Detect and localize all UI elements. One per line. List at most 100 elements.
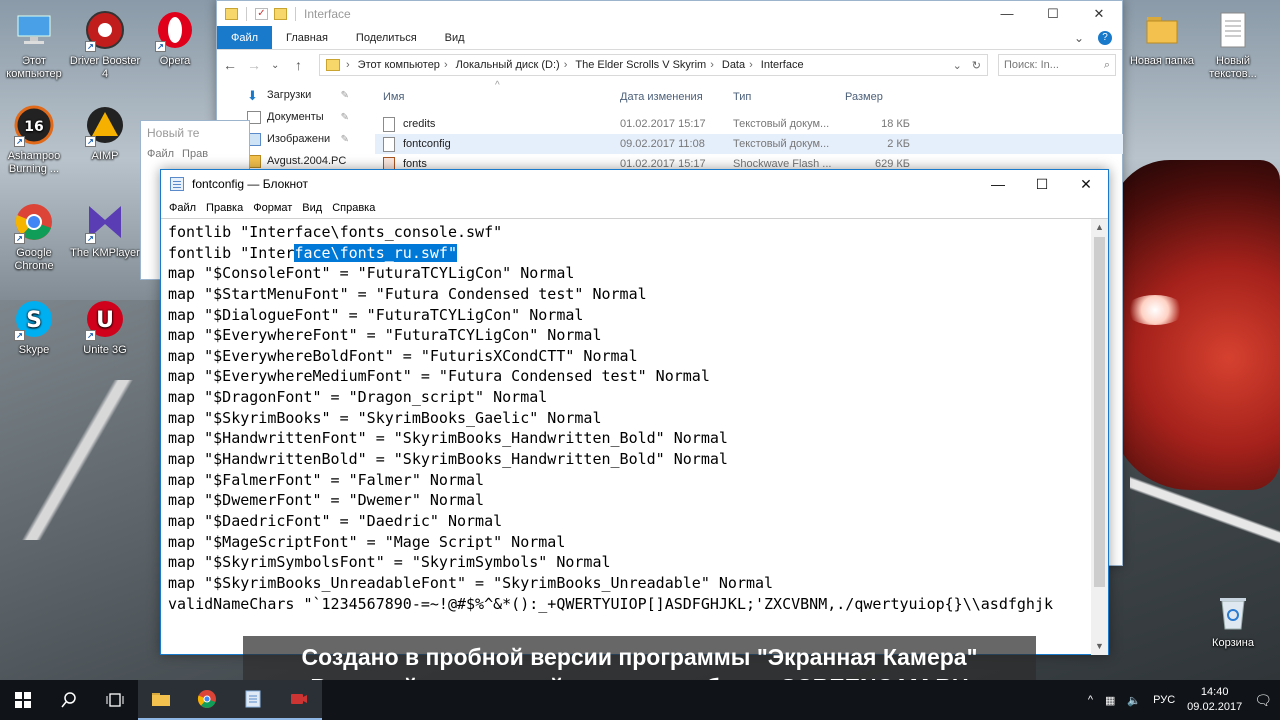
column-size[interactable]: Размер — [845, 91, 910, 103]
address-bar[interactable]: › Этот компьютер › Локальный диск (D:) ›… — [319, 54, 988, 76]
scroll-down-icon[interactable]: ▼ — [1091, 638, 1108, 655]
address-dropdown-icon[interactable]: ⌄ — [953, 59, 962, 72]
task-view-button[interactable] — [92, 680, 138, 720]
desktop-icon-this-pc[interactable]: Этот компьютер — [0, 8, 71, 81]
up-button[interactable]: ↑ — [295, 57, 309, 73]
menu-view[interactable]: Вид — [297, 202, 327, 214]
text-line[interactable]: map "$HandwrittenFont" = "SkyrimBooks_Ha… — [168, 428, 1088, 449]
menu-file[interactable]: Файл — [164, 202, 201, 214]
text-line[interactable]: map "$EverywhereFont" = "FuturaTCYLigCon… — [168, 325, 1088, 346]
text-selection[interactable]: face\fonts_ru.swf" — [294, 243, 457, 262]
close-button[interactable]: ✕ — [1064, 170, 1108, 198]
minimize-button[interactable]: — — [976, 170, 1020, 198]
text-line[interactable]: map "$EverywhereBoldFont" = "FuturisXCon… — [168, 346, 1088, 367]
file-row-fontconfig[interactable]: fontconfig 09.02.2017 11:08 Текстовый до… — [375, 134, 1123, 154]
clock[interactable]: 14:40 09.02.2017 — [1187, 685, 1242, 715]
expand-ribbon-icon[interactable]: ⌄ — [1074, 31, 1084, 45]
notepad-text-area[interactable]: fontlib "Interface\fonts_console.swf" fon… — [161, 218, 1108, 655]
breadcrumb-interface[interactable]: Interface — [761, 59, 804, 71]
notepad-title: fontconfig — Блокнот — [192, 177, 309, 191]
notifications-icon[interactable]: 🗨 — [1254, 692, 1272, 709]
menu-edit[interactable]: Правка — [201, 202, 248, 214]
desktop-icon-ashampoo[interactable]: 16 ↗ Ashampoo Burning ... — [0, 103, 71, 176]
vertical-scrollbar[interactable]: ▲ ▼ — [1091, 219, 1108, 655]
volume-icon[interactable]: 🔈 — [1127, 694, 1141, 707]
desktop-icon-skype[interactable]: S ↗ Skype — [0, 297, 71, 357]
text-document-icon — [1211, 8, 1255, 52]
text-line[interactable]: map "$SkyrimBooks" = "SkyrimBooks_Gaelic… — [168, 408, 1088, 429]
desktop-icon-new-folder[interactable]: Новая папка — [1125, 8, 1199, 68]
column-type[interactable]: Тип — [733, 91, 845, 103]
text-line[interactable]: map "$MageScriptFont" = "Mage Script" No… — [168, 532, 1088, 553]
desktop-icon-kmplayer[interactable]: ↗ The KMPlayer — [68, 200, 142, 260]
text-line[interactable]: fontlib "Interface\fonts_console.swf" — [168, 222, 1088, 243]
desktop-icon-driver-booster[interactable]: ↗ Driver Booster 4 — [68, 8, 142, 81]
background-menu-file[interactable]: Файл — [147, 148, 174, 160]
column-date[interactable]: Дата изменения — [620, 91, 733, 103]
text-line[interactable]: map "$SkyrimBooks_UnreadableFont" = "Sky… — [168, 573, 1088, 594]
ribbon-tab-file[interactable]: Файл — [217, 26, 273, 49]
ribbon-tab-view[interactable]: Вид — [431, 26, 479, 49]
language-indicator[interactable]: РУС — [1153, 694, 1175, 706]
text-line[interactable]: map "$FalmerFont" = "Falmer" Normal — [168, 470, 1088, 491]
search-input[interactable]: Поиск: In... ⌕ — [998, 54, 1116, 76]
folder-icon — [326, 59, 340, 71]
help-icon[interactable]: ? — [1098, 30, 1112, 45]
breadcrumb-skyrim[interactable]: The Elder Scrolls V Skyrim — [575, 59, 706, 71]
pin-icon: ✎ — [340, 111, 349, 123]
close-button[interactable]: ✕ — [1076, 1, 1122, 26]
nav-item-downloads[interactable]: ⬇ Загрузки ✎ — [217, 84, 357, 106]
text-line[interactable]: map "$EverywhereMediumFont" = "Futura Co… — [168, 366, 1088, 387]
refresh-icon[interactable]: ↻ — [972, 59, 981, 72]
maximize-button[interactable]: ☐ — [1020, 170, 1064, 198]
scroll-up-icon[interactable]: ▲ — [1091, 219, 1108, 236]
text-content[interactable]: fontlib "Interface\fonts_console.swf" fon… — [168, 222, 1088, 632]
menu-help[interactable]: Справка — [327, 202, 380, 214]
file-row-credits[interactable]: credits 01.02.2017 15:17 Текстовый докум… — [375, 114, 1123, 134]
network-icon[interactable]: ▦ — [1105, 694, 1115, 707]
back-button[interactable]: ← — [223, 57, 237, 73]
maximize-button[interactable]: ☐ — [1030, 1, 1076, 26]
minimize-button[interactable]: — — [984, 1, 1030, 26]
desktop-icon-chrome[interactable]: ↗ Google Chrome — [0, 200, 71, 273]
text-line[interactable]: map "$StartMenuFont" = "Futura Condensed… — [168, 284, 1088, 305]
ribbon-tab-share[interactable]: Поделиться — [342, 26, 431, 49]
taskbar-chrome[interactable] — [184, 680, 230, 720]
text-line[interactable]: map "$DragonFont" = "Dragon_script" Norm… — [168, 387, 1088, 408]
taskbar-screencam[interactable] — [276, 680, 322, 720]
folder-icon — [1140, 8, 1184, 52]
desktop-icon-new-text[interactable]: Новый текстов... — [1196, 8, 1270, 81]
desktop-icon-opera[interactable]: ↗ Opera — [138, 8, 212, 68]
text-line[interactable]: map "$DaedricFont" = "Daedric" Normal — [168, 511, 1088, 532]
text-line[interactable]: map "$HandwrittenBold" = "SkyrimBooks_Ha… — [168, 449, 1088, 470]
taskbar-notepad[interactable] — [230, 680, 276, 720]
tray-overflow-icon[interactable]: ^ — [1088, 694, 1093, 706]
background-menu-edit[interactable]: Прав — [182, 148, 208, 160]
taskbar-explorer[interactable] — [138, 680, 184, 720]
text-line[interactable]: map "$DialogueFont" = "FuturaTCYLigCon" … — [168, 305, 1088, 326]
menu-format[interactable]: Формат — [248, 202, 297, 214]
desktop-icon-unite[interactable]: U ↗ Unite 3G — [68, 297, 142, 357]
properties-icon[interactable]: ✓ — [255, 7, 268, 20]
desktop-icon-recycle-bin[interactable]: Корзина — [1196, 590, 1270, 650]
text-line[interactable]: map "$DwemerFont" = "Dwemer" Normal — [168, 490, 1088, 511]
search-button[interactable] — [46, 680, 92, 720]
new-folder-icon[interactable] — [274, 7, 287, 20]
recent-locations-icon[interactable]: ⌄ — [271, 60, 285, 71]
breadcrumb-drive[interactable]: Локальный диск (D:) — [456, 59, 560, 71]
notepad-menubar: Файл Правка Формат Вид Справка — [161, 198, 1108, 218]
text-line[interactable]: fontlib "Interface\fonts_ru.swf" — [168, 243, 1088, 264]
pin-icon: ✎ — [340, 89, 349, 101]
scrollbar-thumb[interactable] — [1094, 237, 1105, 587]
forward-button[interactable]: → — [247, 57, 261, 73]
breadcrumb-data[interactable]: Data — [722, 59, 745, 71]
text-line[interactable]: map "$SkyrimSymbolsFont" = "SkyrimSymbol… — [168, 552, 1088, 573]
ribbon-tab-home[interactable]: Главная — [272, 26, 342, 49]
column-name[interactable]: Имя — [375, 91, 620, 103]
explorer-ribbon: Файл Главная Поделиться Вид ⌄ ? — [217, 26, 1122, 50]
breadcrumb-this-pc[interactable]: Этот компьютер — [358, 59, 440, 71]
desktop-icon-aimp[interactable]: ↗ AIMP — [68, 103, 142, 163]
text-line[interactable]: map "$ConsoleFont" = "FuturaTCYLigCon" N… — [168, 263, 1088, 284]
start-button[interactable] — [0, 680, 46, 720]
text-line[interactable]: validNameChars "`1234567890-=~!@#$%^&*()… — [168, 594, 1088, 615]
